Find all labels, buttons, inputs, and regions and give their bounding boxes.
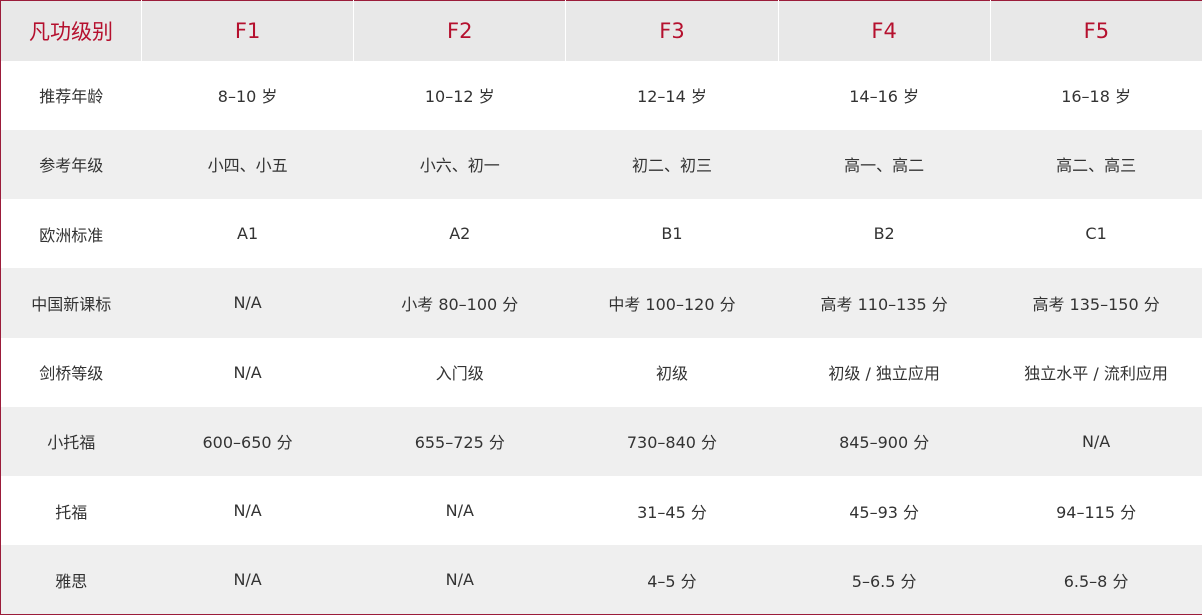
header-cell-f5: F5 — [989, 0, 1202, 61]
table-cell: 中考 100–120 分 — [565, 268, 779, 338]
table-row: 剑桥等级 N/A 入门级 初级 初级 / 独立应用 独立水平 / 流利应用 — [0, 337, 1202, 407]
header-cell-level: 凡功级别 — [0, 0, 142, 61]
table-cell: N/A — [353, 545, 566, 615]
row-label: 托福 — [0, 476, 142, 546]
table-cell: 高考 110–135 分 — [778, 268, 991, 338]
table-cell: 6.5–8 分 — [990, 545, 1202, 615]
table-cell: A1 — [141, 199, 354, 269]
table-cell: B1 — [565, 199, 779, 269]
level-comparison-table: 凡功级别 F1 F2 F3 F4 F5 推荐年龄 8–10 岁 10–12 岁 … — [0, 0, 1202, 615]
table-cell: 入门级 — [353, 337, 566, 407]
table-cell: 8–10 岁 — [141, 60, 354, 130]
header-cell-f4: F4 — [777, 0, 991, 61]
table-cell: 10–12 岁 — [353, 60, 566, 130]
row-label: 剑桥等级 — [0, 337, 142, 407]
row-label: 欧洲标准 — [0, 199, 142, 269]
row-label: 参考年级 — [0, 129, 142, 199]
table-cell: 初级 — [565, 337, 779, 407]
table-cell: N/A — [141, 476, 354, 546]
table-cell: C1 — [990, 199, 1202, 269]
table-row: 推荐年龄 8–10 岁 10–12 岁 12–14 岁 14–16 岁 16–1… — [0, 60, 1202, 130]
header-cell-f1: F1 — [140, 0, 354, 61]
table-cell: 845–900 分 — [778, 406, 991, 476]
table-cell: 小考 80–100 分 — [353, 268, 566, 338]
table-cell: 高二、高三 — [990, 129, 1202, 199]
table-row: 小托福 600–650 分 655–725 分 730–840 分 845–90… — [0, 406, 1202, 476]
table-row: 中国新课标 N/A 小考 80–100 分 中考 100–120 分 高考 11… — [0, 268, 1202, 338]
table-cell: 655–725 分 — [353, 406, 566, 476]
table-cell: 600–650 分 — [141, 406, 354, 476]
table-cell: N/A — [990, 406, 1202, 476]
table-cell: N/A — [141, 545, 354, 615]
table-cell: 初级 / 独立应用 — [778, 337, 991, 407]
table-row: 雅思 N/A N/A 4–5 分 5–6.5 分 6.5–8 分 — [0, 545, 1202, 615]
row-label: 中国新课标 — [0, 268, 142, 338]
table-cell: 5–6.5 分 — [778, 545, 991, 615]
table-row: 托福 N/A N/A 31–45 分 45–93 分 94–115 分 — [0, 476, 1202, 546]
table-cell: 94–115 分 — [990, 476, 1202, 546]
table-cell: 独立水平 / 流利应用 — [990, 337, 1202, 407]
table-cell: 45–93 分 — [778, 476, 991, 546]
table-cell: N/A — [141, 337, 354, 407]
row-label: 推荐年龄 — [0, 60, 142, 130]
table-cell: 12–14 岁 — [565, 60, 779, 130]
table-cell: B2 — [778, 199, 991, 269]
table-row: 参考年级 小四、小五 小六、初一 初二、初三 高一、高二 高二、高三 — [0, 129, 1202, 199]
table-cell: 高考 135–150 分 — [990, 268, 1202, 338]
table-cell: 730–840 分 — [565, 406, 779, 476]
table-cell: A2 — [353, 199, 566, 269]
header-cell-f3: F3 — [565, 0, 779, 61]
table-cell: 4–5 分 — [565, 545, 779, 615]
table-cell: 16–18 岁 — [990, 60, 1202, 130]
table-cell: N/A — [141, 268, 354, 338]
table-cell: N/A — [353, 476, 566, 546]
header-row: 凡功级别 F1 F2 F3 F4 F5 — [0, 0, 1202, 61]
header-cell-f2: F2 — [353, 0, 566, 61]
table-cell: 初二、初三 — [565, 129, 779, 199]
row-label: 小托福 — [0, 406, 142, 476]
table-cell: 小四、小五 — [141, 129, 354, 199]
table-cell: 高一、高二 — [778, 129, 991, 199]
table-cell: 小六、初一 — [353, 129, 566, 199]
row-label: 雅思 — [0, 545, 142, 615]
table-row: 欧洲标准 A1 A2 B1 B2 C1 — [0, 199, 1202, 269]
table-cell: 14–16 岁 — [778, 60, 991, 130]
table-cell: 31–45 分 — [565, 476, 779, 546]
